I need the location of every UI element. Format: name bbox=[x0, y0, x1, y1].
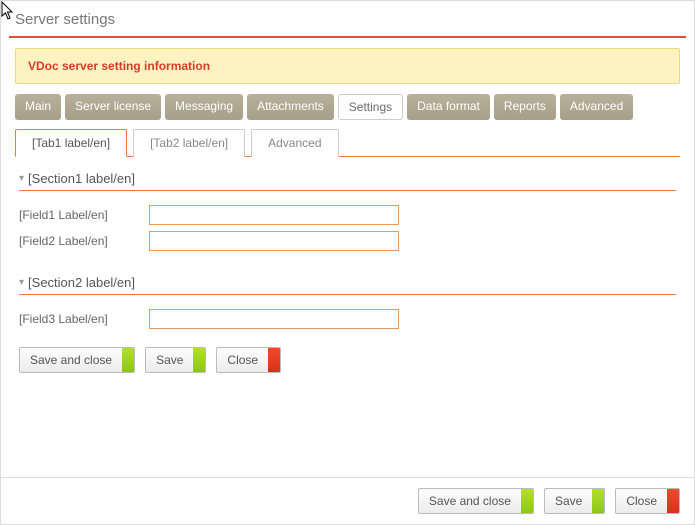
button-label: Close bbox=[217, 353, 268, 367]
section2-header[interactable]: ▾ [Section2 label/en] bbox=[19, 275, 676, 295]
button-label: Save and close bbox=[419, 494, 521, 508]
tab-settings[interactable]: Settings bbox=[338, 94, 403, 120]
button-label: Save bbox=[545, 494, 592, 508]
tab-messaging[interactable]: Messaging bbox=[165, 94, 243, 120]
field-row: [Field1 Label/en] bbox=[19, 205, 676, 225]
footer-close-button[interactable]: Close bbox=[615, 488, 680, 514]
window-root: Server settings VDoc server setting info… bbox=[0, 0, 695, 525]
section1-title: [Section1 label/en] bbox=[28, 171, 135, 186]
tab-data-format[interactable]: Data format bbox=[407, 94, 490, 120]
tab-reports[interactable]: Reports bbox=[494, 94, 556, 120]
button-label: Close bbox=[616, 494, 667, 508]
field2-label: [Field2 Label/en] bbox=[19, 234, 149, 248]
tab-server-license[interactable]: Server license bbox=[65, 94, 161, 120]
close-button[interactable]: Close bbox=[216, 347, 281, 373]
subtab-1[interactable]: [Tab1 label/en] bbox=[15, 129, 127, 157]
accent-green-icon bbox=[193, 348, 205, 372]
button-label: Save bbox=[146, 353, 193, 367]
tab-advanced[interactable]: Advanced bbox=[560, 94, 633, 120]
accent-green-icon bbox=[592, 489, 604, 513]
accent-green-icon bbox=[122, 348, 134, 372]
field-row: [Field2 Label/en] bbox=[19, 231, 676, 251]
accent-red-icon bbox=[667, 489, 679, 513]
content-area: ▾ [Section1 label/en] [Field1 Label/en] … bbox=[1, 157, 694, 477]
info-banner: VDoc server setting information bbox=[15, 48, 680, 84]
chevron-down-icon: ▾ bbox=[19, 277, 24, 288]
button-label: Save and close bbox=[20, 353, 122, 367]
section1-header[interactable]: ▾ [Section1 label/en] bbox=[19, 171, 676, 191]
subtab-advanced[interactable]: Advanced bbox=[251, 129, 338, 157]
title-divider bbox=[9, 36, 686, 38]
field1-input[interactable] bbox=[149, 205, 399, 225]
tab-main[interactable]: Main bbox=[15, 94, 61, 120]
chevron-down-icon: ▾ bbox=[19, 173, 24, 184]
field2-input[interactable] bbox=[149, 231, 399, 251]
section2-title: [Section2 label/en] bbox=[28, 275, 135, 290]
field-row: [Field3 Label/en] bbox=[19, 309, 676, 329]
accent-green-icon bbox=[521, 489, 533, 513]
field3-label: [Field3 Label/en] bbox=[19, 312, 149, 326]
content-button-row: Save and close Save Close bbox=[19, 347, 676, 373]
accent-red-icon bbox=[268, 348, 280, 372]
page-title: Server settings bbox=[1, 1, 694, 36]
subtab-2[interactable]: [Tab2 label/en] bbox=[133, 129, 245, 157]
field1-label: [Field1 Label/en] bbox=[19, 208, 149, 222]
save-button[interactable]: Save bbox=[145, 347, 206, 373]
main-tabs: Main Server license Messaging Attachment… bbox=[15, 94, 680, 120]
save-and-close-button[interactable]: Save and close bbox=[19, 347, 135, 373]
footer-save-button[interactable]: Save bbox=[544, 488, 605, 514]
field3-input[interactable] bbox=[149, 309, 399, 329]
tab-attachments[interactable]: Attachments bbox=[247, 94, 334, 120]
sub-tabs: [Tab1 label/en] [Tab2 label/en] Advanced bbox=[15, 128, 680, 157]
footer-button-row: Save and close Save Close bbox=[1, 477, 694, 524]
footer-save-and-close-button[interactable]: Save and close bbox=[418, 488, 534, 514]
